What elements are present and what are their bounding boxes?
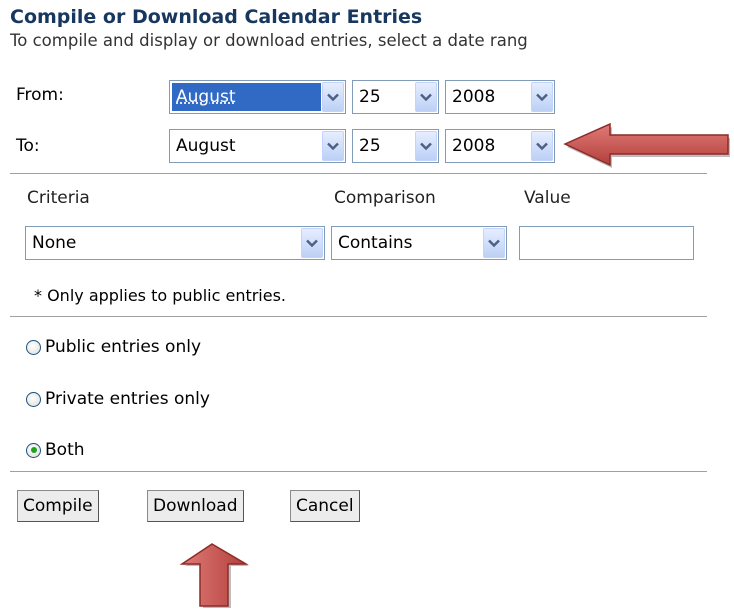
chevron-down-icon[interactable] [483,228,505,258]
radio-button-selected[interactable] [26,442,41,458]
public-only-note: * Only applies to public entries. [34,286,287,305]
radio-label: Private entries only [45,389,210,409]
divider [10,471,707,472]
chevron-down-icon[interactable] [322,131,344,161]
chevron-down-icon[interactable] [531,82,553,112]
radio-dot-icon [30,447,37,453]
criteria-select[interactable]: None [25,226,325,260]
chevron-down-icon[interactable] [531,131,553,161]
comparison-value: Contains [338,233,413,253]
criteria-label: Criteria [27,188,90,208]
radio-label: Both [45,440,85,460]
to-day-value: 25 [359,136,381,156]
divider [10,173,707,174]
compile-button[interactable]: Compile [17,490,99,522]
to-day-select[interactable]: 25 [352,129,439,163]
from-label: From: [16,85,64,105]
criteria-value: None [32,233,77,253]
radio-label: Public entries only [45,337,202,357]
value-input[interactable] [519,226,694,260]
from-day-select[interactable]: 25 [352,80,439,114]
page-title: Compile or Download Calendar Entries [10,6,423,28]
to-year-select[interactable]: 2008 [445,129,555,163]
chevron-down-icon[interactable] [415,82,437,112]
chevron-down-icon[interactable] [415,131,437,161]
from-month-select[interactable]: August [169,80,346,114]
radio-public-only[interactable]: Public entries only [26,337,201,357]
left-arrow-icon [563,122,730,168]
to-month-select[interactable]: August [169,129,346,163]
cancel-button[interactable]: Cancel [290,490,360,522]
radio-private-only[interactable]: Private entries only [26,389,210,409]
to-year-value: 2008 [452,136,496,156]
page-subtitle: To compile and display or download entri… [10,31,528,50]
comparison-select[interactable]: Contains [331,226,507,260]
divider [10,316,707,317]
to-month-value: August [176,136,236,156]
comparison-label: Comparison [334,188,436,208]
chevron-down-icon[interactable] [322,82,344,112]
download-button[interactable]: Download [147,490,244,522]
chevron-down-icon[interactable] [301,228,323,258]
from-year-value: 2008 [452,87,496,107]
up-arrow-icon [179,543,249,608]
radio-button[interactable] [26,339,41,355]
from-day-value: 25 [359,87,381,107]
from-month-value: August [172,83,321,111]
from-year-select[interactable]: 2008 [445,80,555,114]
radio-both[interactable]: Both [26,440,85,460]
radio-button[interactable] [26,391,41,407]
value-label: Value [524,188,571,208]
to-label: To: [16,136,40,156]
